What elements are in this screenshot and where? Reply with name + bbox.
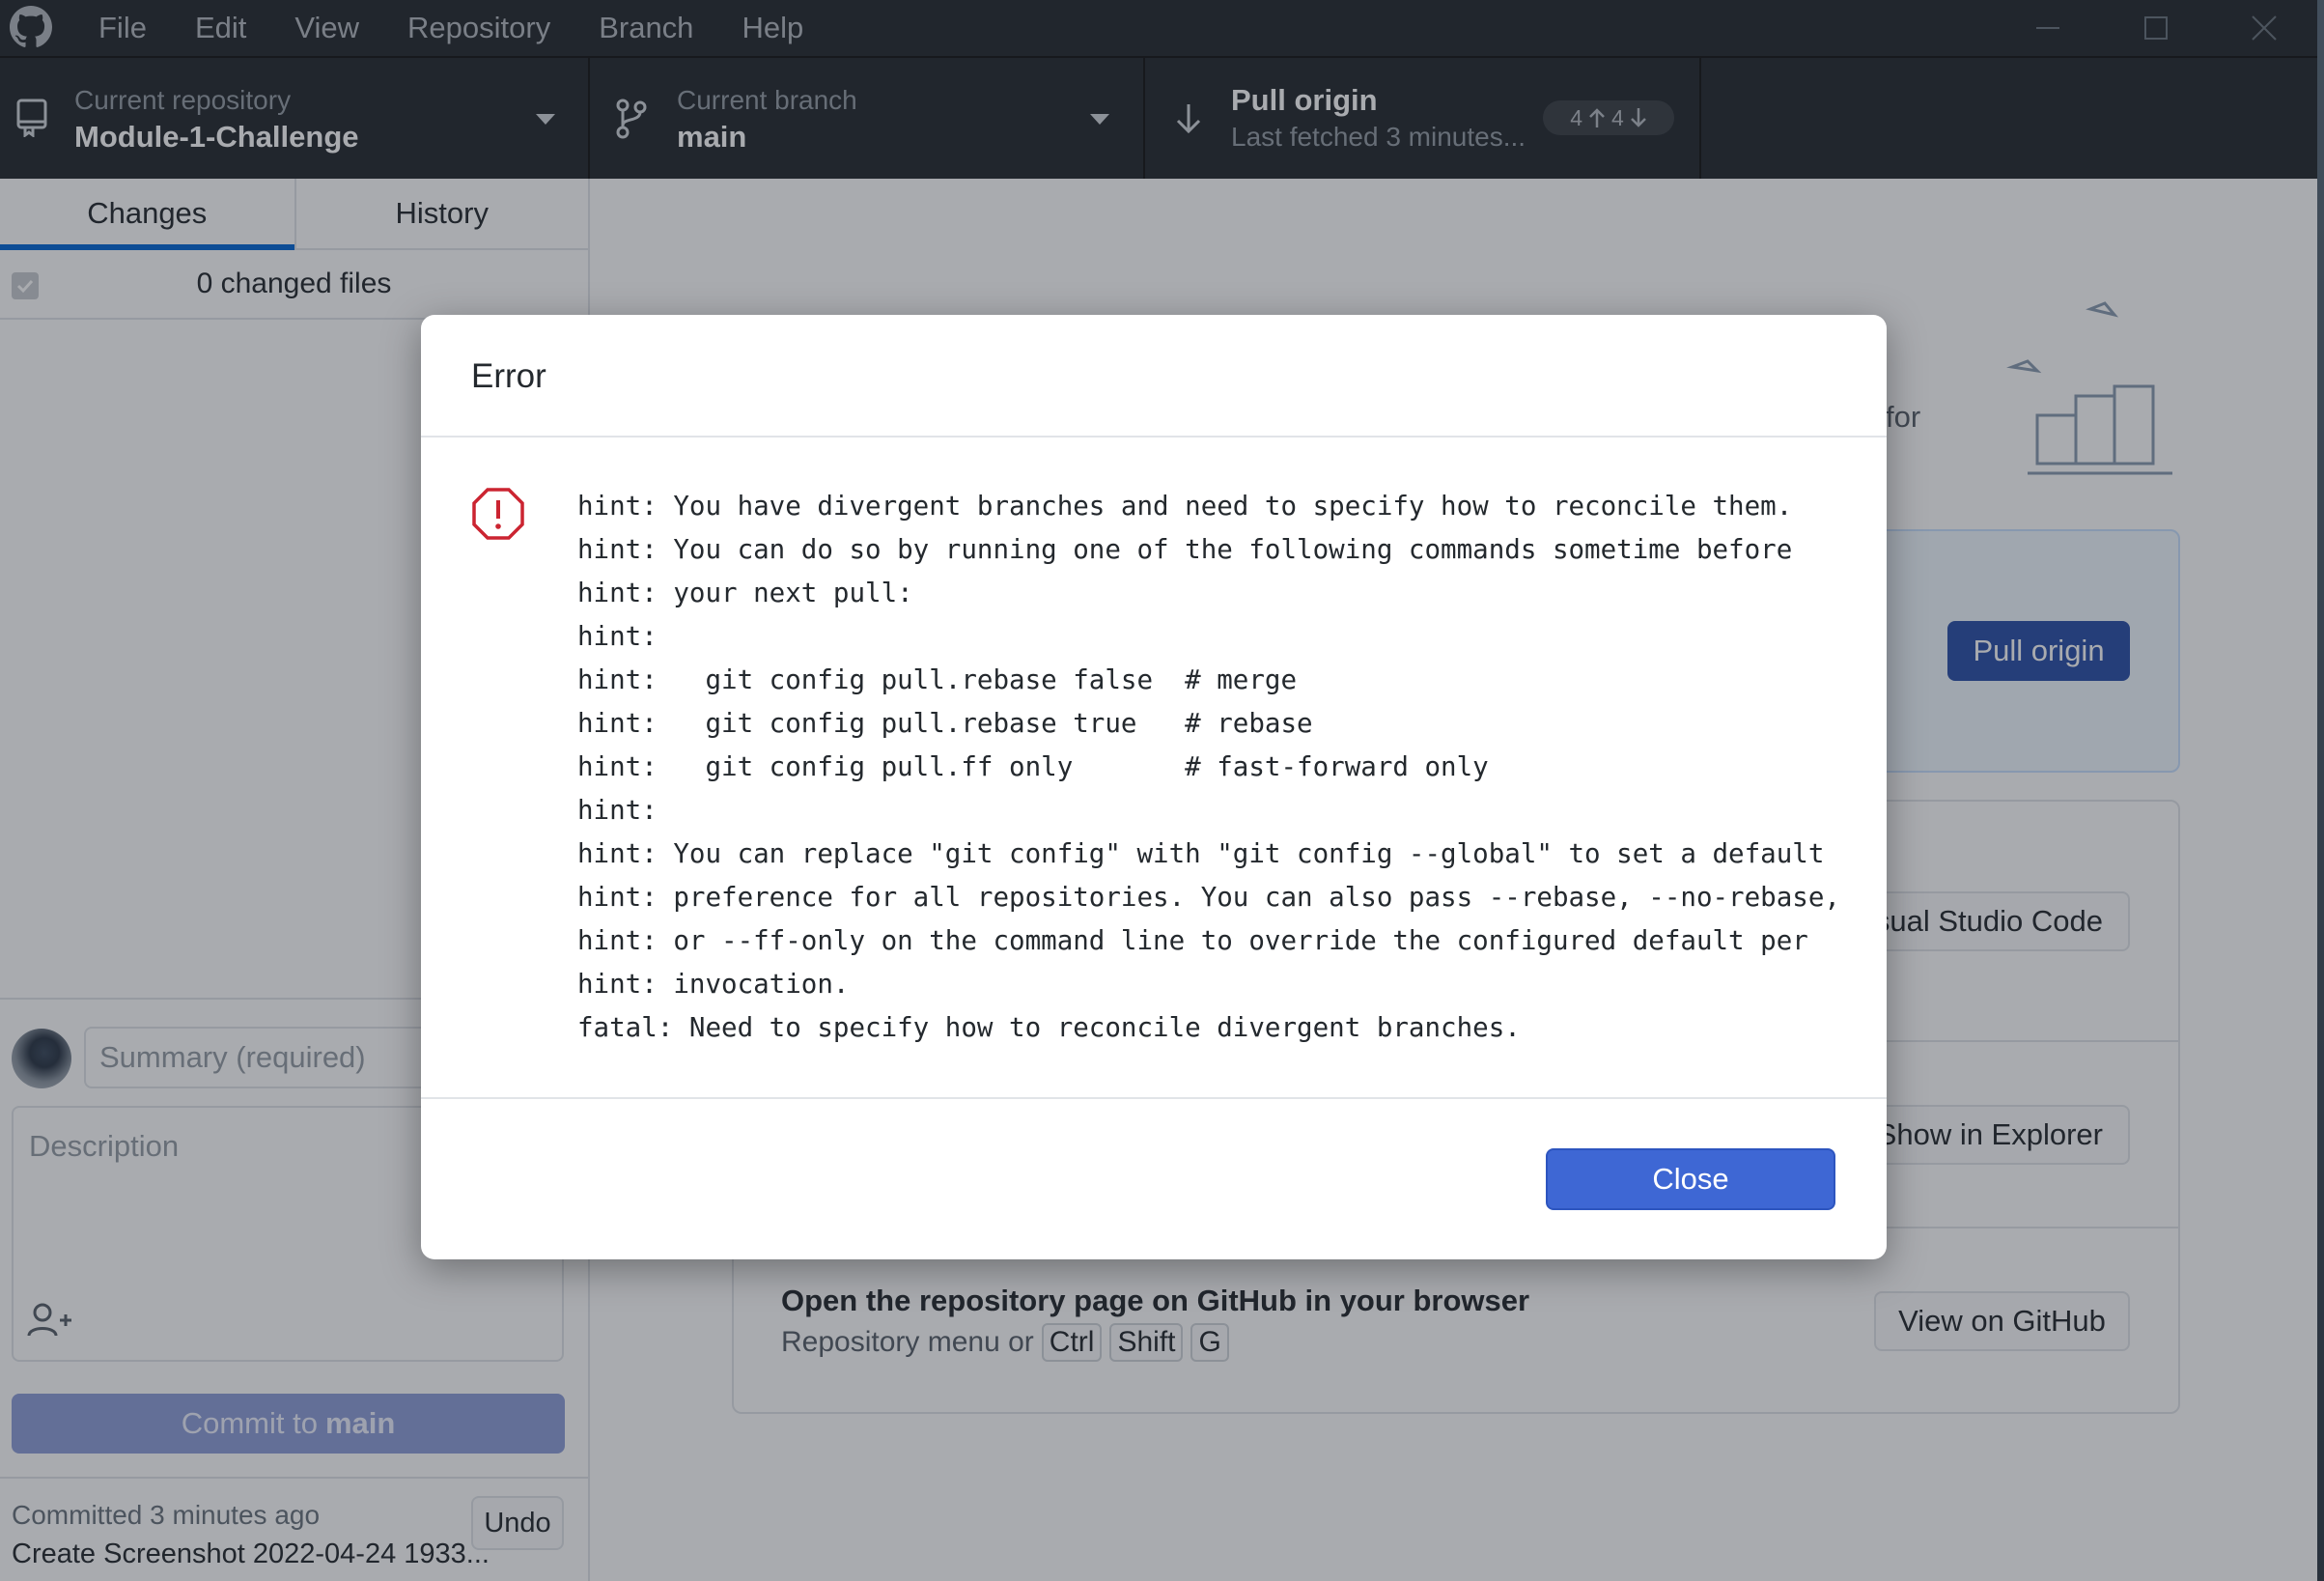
error-line: hint: or --ff-only on the command line t… xyxy=(577,925,1808,956)
error-message: hint: You have divergent branches and ne… xyxy=(577,485,1862,1050)
error-line: hint: You can replace "git config" with … xyxy=(577,838,1825,869)
error-line: hint: You have divergent branches and ne… xyxy=(577,491,1793,522)
close-button[interactable]: Close xyxy=(1546,1148,1835,1210)
error-line: hint: preference for all repositories. Y… xyxy=(577,882,1840,913)
error-line: hint: invocation. xyxy=(577,969,850,1000)
dialog-footer: Close xyxy=(421,1097,1887,1259)
error-line: hint: xyxy=(577,795,658,826)
error-line: hint: git config pull.rebase false # mer… xyxy=(577,664,1298,695)
error-line: hint: git config pull.ff only # fast-for… xyxy=(577,751,1489,782)
error-line: hint: git config pull.rebase true # reba… xyxy=(577,708,1313,739)
error-line: hint: your next pull: xyxy=(577,578,913,608)
error-dialog: Error hint: You have divergent branches … xyxy=(421,315,1887,1259)
error-line: hint: You can do so by running one of th… xyxy=(577,534,1793,565)
error-octagon-icon xyxy=(472,488,524,540)
dialog-header: Error xyxy=(421,315,1887,438)
dialog-title: Error xyxy=(471,357,546,395)
error-line: hint: xyxy=(577,621,658,652)
error-line: fatal: Need to specify how to reconcile … xyxy=(577,1012,1521,1043)
